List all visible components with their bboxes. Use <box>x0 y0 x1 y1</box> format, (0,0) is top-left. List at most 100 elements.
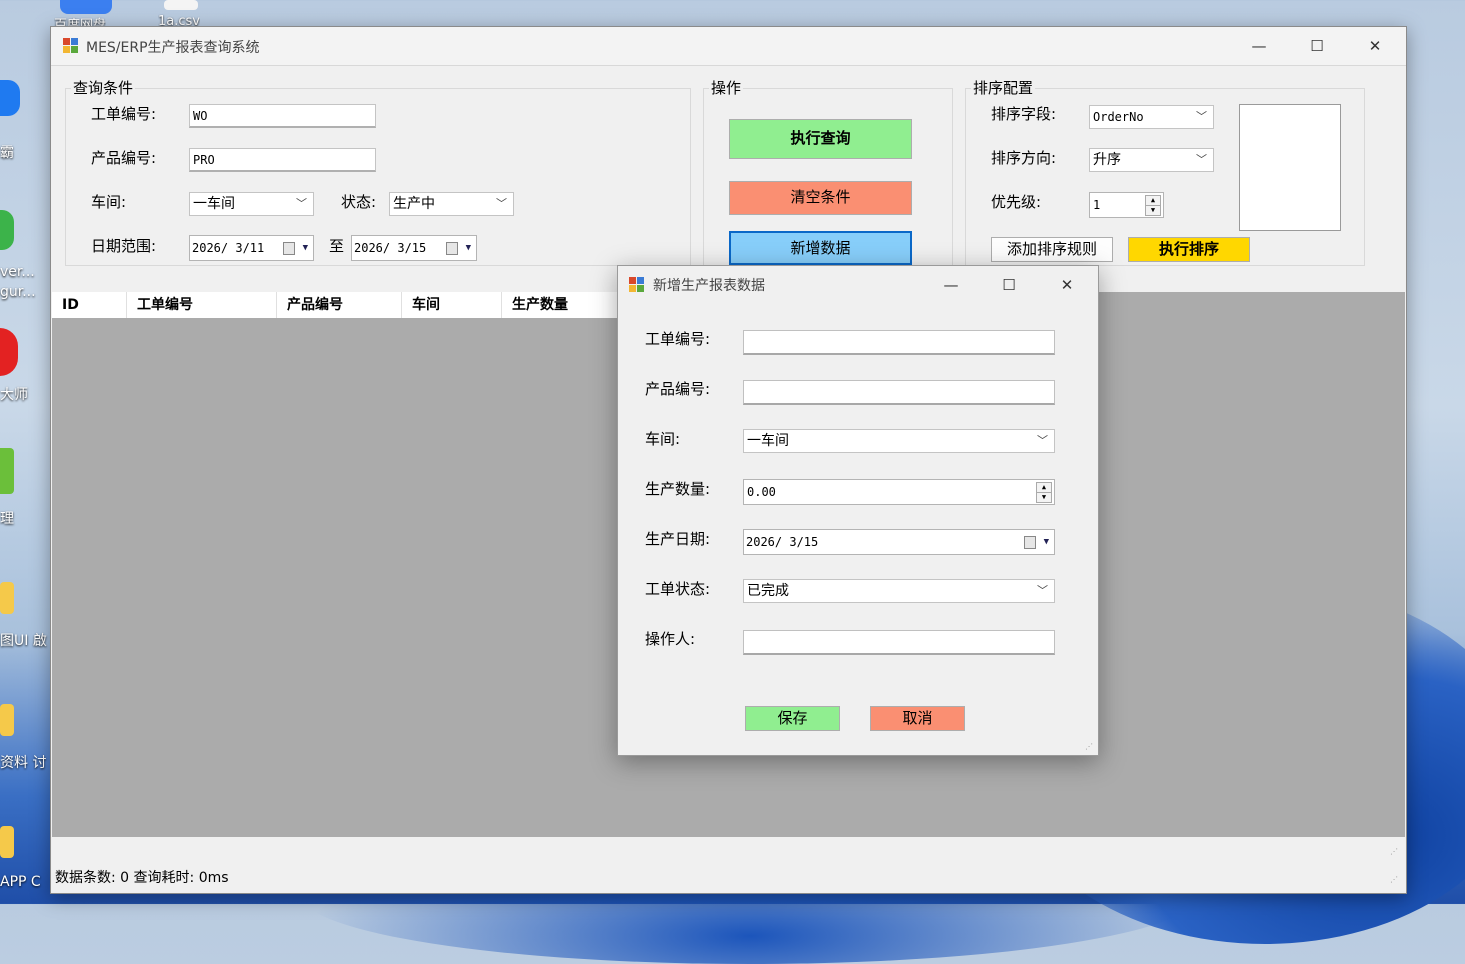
cancel-button[interactable]: 取消 <box>870 706 965 731</box>
save-button[interactable]: 保存 <box>745 706 840 731</box>
column-header-product[interactable]: 产品编号 <box>277 292 402 318</box>
desktop-icon-label: APP C <box>0 874 41 890</box>
app-icon[interactable] <box>0 448 14 494</box>
status-select-value: 生产中 <box>393 196 435 212</box>
sort-group-legend: 排序配置 <box>971 77 1036 98</box>
maximize-button[interactable]: ☐ <box>986 270 1032 300</box>
date-to-picker[interactable]: 2026/ 3/15 ▼ <box>351 235 477 261</box>
order-status-select[interactable]: 已完成 ﹀ <box>743 579 1055 603</box>
chevron-down-icon: ﹀ <box>1037 434 1048 447</box>
calendar-icon[interactable] <box>1024 536 1036 549</box>
status-label: 状态: <box>341 193 377 211</box>
window-title: MES/ERP生产报表查询系统 <box>86 40 260 56</box>
desktop-icon-label: 资料 讨 <box>0 755 47 771</box>
workshop-label: 车间: <box>645 430 681 448</box>
workshop-select[interactable]: 一车间 ﹀ <box>743 429 1055 453</box>
operator-label: 操作人: <box>645 630 696 648</box>
order-status-value: 已完成 <box>747 583 789 599</box>
spin-down-icon[interactable]: ▼ <box>1036 492 1052 503</box>
app-icon <box>629 277 645 293</box>
query-button[interactable]: 执行查询 <box>729 119 912 159</box>
dialog-title: 新增生产报表数据 <box>653 278 765 294</box>
app-icon[interactable] <box>0 210 14 250</box>
priority-stepper[interactable]: 1 ▲ ▼ <box>1089 192 1164 218</box>
add-data-dialog: 新增生产报表数据 — ☐ ✕ 工单编号: 产品编号: 车间: 一车间 ﹀ 生产数… <box>617 265 1099 756</box>
spin-down-icon[interactable]: ▼ <box>1145 205 1161 216</box>
sort-field-select[interactable]: OrderNo ﹀ <box>1089 105 1214 129</box>
ops-group-legend: 操作 <box>709 77 744 98</box>
dialog-title-bar[interactable]: 新增生产报表数据 — ☐ ✕ <box>618 266 1098 302</box>
maximize-button[interactable]: ☐ <box>1294 31 1340 61</box>
desktop-icon-label: gur... <box>0 284 36 300</box>
product-input[interactable]: PRO <box>189 148 376 172</box>
desktop-icon-label: 1a.csv <box>158 14 200 26</box>
work-order-field[interactable] <box>743 330 1055 355</box>
title-bar[interactable]: MES/ERP生产报表查询系统 — ☐ ✕ <box>51 27 1406 66</box>
run-sort-button[interactable]: 执行排序 <box>1128 237 1250 262</box>
sort-direction-label: 排序方向: <box>991 149 1057 167</box>
calendar-icon[interactable] <box>283 242 295 255</box>
production-date-value: 2026/ 3/15 <box>746 535 819 549</box>
work-order-input[interactable]: WO <box>189 104 376 128</box>
dropdown-arrow-icon[interactable]: ▼ <box>466 236 471 260</box>
add-data-button[interactable]: 新增数据 <box>729 231 912 265</box>
workshop-select-value: 一车间 <box>747 433 789 449</box>
quantity-label: 生产数量: <box>645 480 711 498</box>
column-header-id[interactable]: ID <box>52 292 127 318</box>
clear-button[interactable]: 清空条件 <box>729 181 912 215</box>
date-to-label: 至 <box>329 237 345 255</box>
quantity-value: 0.00 <box>747 485 776 499</box>
sort-direction-value: 升序 <box>1093 152 1121 168</box>
app-icon[interactable] <box>0 328 18 376</box>
status-bar: 数据条数: 0 查询耗时: 0ms <box>51 865 1404 892</box>
chevron-down-icon: ﹀ <box>1196 110 1207 123</box>
minimize-button[interactable]: — <box>1236 31 1282 61</box>
priority-label: 优先级: <box>991 193 1042 211</box>
priority-value: 1 <box>1093 198 1101 212</box>
desktop-icon-label: 百度网盘 <box>54 18 107 26</box>
folder-icon[interactable] <box>0 582 14 614</box>
resize-grip-icon[interactable]: ⋰ <box>1390 875 1400 885</box>
baidu-netdisk-icon[interactable] <box>60 0 112 14</box>
status-text: 数据条数: 0 查询耗时: 0ms <box>55 870 229 886</box>
add-sort-rule-button[interactable]: 添加排序规则 <box>991 237 1113 262</box>
quantity-stepper[interactable]: 0.00 ▲ ▼ <box>743 479 1055 505</box>
status-select[interactable]: 生产中 ﹀ <box>389 192 514 216</box>
work-order-label: 工单编号: <box>91 105 157 123</box>
workshop-label: 车间: <box>91 193 127 211</box>
close-button[interactable]: ✕ <box>1044 270 1090 300</box>
column-header-work-order[interactable]: 工单编号 <box>127 292 277 318</box>
sort-direction-select[interactable]: 升序 ﹀ <box>1089 148 1214 172</box>
csv-file-icon[interactable] <box>164 0 198 10</box>
dropdown-arrow-icon[interactable]: ▼ <box>303 236 308 260</box>
chevron-down-icon: ﹀ <box>296 197 307 210</box>
chevron-down-icon: ﹀ <box>496 197 507 210</box>
column-header-workshop[interactable]: 车间 <box>402 292 502 318</box>
date-from-picker[interactable]: 2026/ 3/11 ▼ <box>189 235 314 261</box>
sort-field-label: 排序字段: <box>991 105 1057 123</box>
sort-rules-list[interactable] <box>1239 104 1341 231</box>
column-header-quantity[interactable]: 生产数量 <box>502 292 618 318</box>
chevron-down-icon: ﹀ <box>1196 153 1207 166</box>
dropdown-arrow-icon[interactable]: ▼ <box>1044 530 1049 554</box>
desktop-icon-label: ver... <box>0 264 35 280</box>
workshop-select[interactable]: 一车间 ﹀ <box>189 192 314 216</box>
desktop-icon-label: 理 <box>0 511 14 527</box>
product-label: 产品编号: <box>91 149 157 167</box>
minimize-button[interactable]: — <box>928 270 974 300</box>
order-status-label: 工单状态: <box>645 580 711 598</box>
resize-grip-icon[interactable]: ⋰ <box>1085 742 1095 752</box>
operator-field[interactable] <box>743 630 1055 655</box>
date-range-label: 日期范围: <box>91 237 157 255</box>
close-button[interactable]: ✕ <box>1352 31 1398 61</box>
folder-icon[interactable] <box>0 826 14 858</box>
app-icon <box>63 38 79 54</box>
folder-icon[interactable] <box>0 704 14 736</box>
app-icon[interactable] <box>0 80 20 116</box>
product-field[interactable] <box>743 380 1055 405</box>
resize-grip-icon[interactable]: ⋰ <box>1390 847 1400 857</box>
production-date-picker[interactable]: 2026/ 3/15 ▼ <box>743 529 1055 555</box>
product-label: 产品编号: <box>645 380 711 398</box>
date-to-value: 2026/ 3/15 <box>354 241 427 255</box>
calendar-icon[interactable] <box>446 242 458 255</box>
